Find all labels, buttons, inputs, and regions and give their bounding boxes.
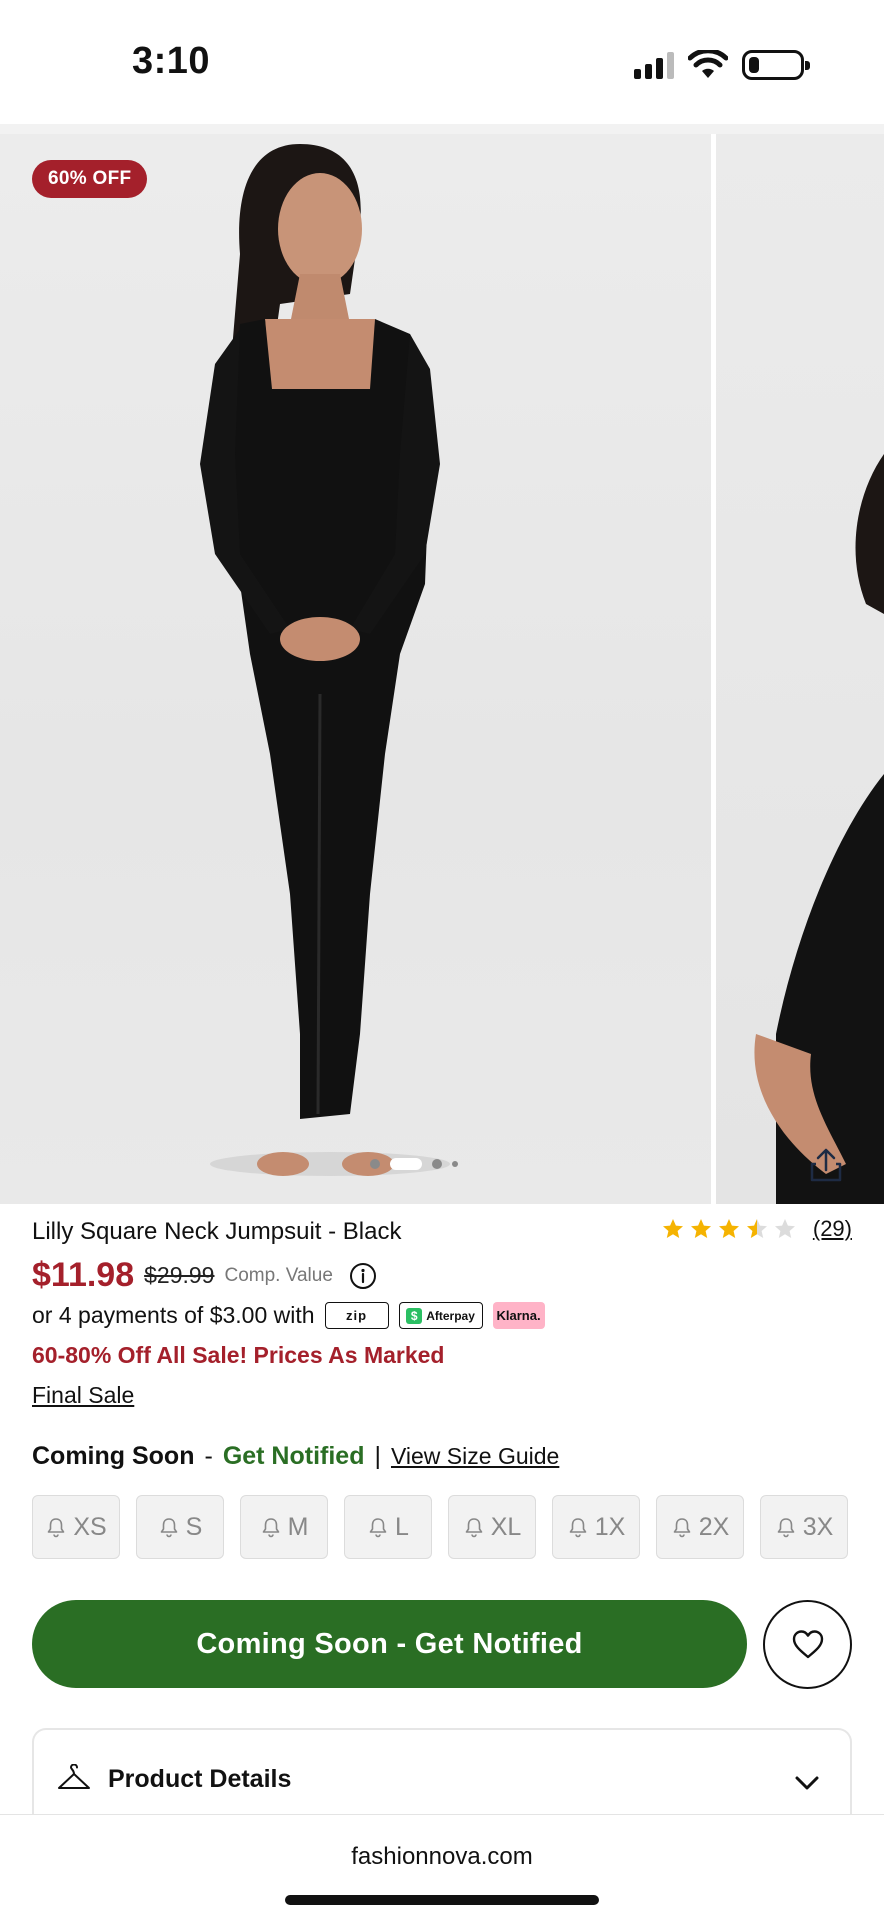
model-photo xyxy=(200,144,450,1176)
star-icon xyxy=(718,1219,739,1238)
battery-icon xyxy=(742,50,810,80)
size-option-xs[interactable]: XS xyxy=(32,1495,120,1559)
product-image-main[interactable]: 60% OFF xyxy=(0,134,711,1204)
bell-icon xyxy=(48,1518,65,1538)
promo-text: 60-80% Off All Sale! Prices As Marked xyxy=(32,1342,445,1368)
status-time: 3:10 xyxy=(132,40,211,82)
separator-bar: | xyxy=(374,1442,381,1470)
size-option-xl[interactable]: XL xyxy=(448,1495,536,1559)
size-option-s[interactable]: S xyxy=(136,1495,224,1559)
size-label: 3X xyxy=(802,1512,834,1541)
product-rating[interactable]: (29) xyxy=(661,1216,852,1242)
heart-icon xyxy=(792,1629,823,1658)
installment-payments: or 4 payments of $3.00 with zip $ Afterpa… xyxy=(32,1302,545,1329)
size-option-3x[interactable]: 3X xyxy=(760,1495,848,1559)
rating-stars xyxy=(661,1217,797,1241)
installments-text: or 4 payments of $3.00 with xyxy=(32,1302,315,1328)
size-header: Coming Soon - Get Notified | View Size G… xyxy=(32,1442,559,1471)
separator-dash: - xyxy=(204,1442,213,1470)
star-icon xyxy=(746,1219,767,1238)
bell-icon xyxy=(673,1518,691,1538)
get-notified-button[interactable]: Coming Soon - Get Notified xyxy=(32,1600,747,1688)
size-label: L xyxy=(395,1512,409,1541)
afterpay-icon: $ xyxy=(406,1307,423,1324)
size-label: XL xyxy=(490,1512,522,1541)
gallery-pagination[interactable] xyxy=(370,1158,458,1170)
size-label: S xyxy=(185,1512,203,1541)
bell-icon xyxy=(369,1518,387,1538)
browser-url[interactable]: fashionnova.com xyxy=(0,1843,884,1871)
sale-badge: 60% OFF xyxy=(32,160,148,198)
price-row: $11.98 $29.99 Comp. Value xyxy=(32,1256,377,1295)
cellular-signal-icon xyxy=(634,51,674,79)
bell-icon xyxy=(465,1518,483,1538)
bell-icon xyxy=(569,1518,587,1538)
product-image-gallery[interactable]: 60% OFF xyxy=(0,134,884,1204)
klarna-label: Klarna. xyxy=(496,1308,541,1323)
bell-icon xyxy=(160,1518,177,1538)
model-photo-closeup xyxy=(754,454,884,1204)
size-option-l[interactable]: L xyxy=(344,1495,432,1559)
size-label: 2X xyxy=(698,1512,730,1541)
get-notified-link[interactable]: Get Notified xyxy=(223,1442,365,1471)
pagination-dot[interactable] xyxy=(452,1161,458,1167)
status-icons xyxy=(634,48,810,82)
wifi-icon xyxy=(688,50,728,78)
zip-label: zip xyxy=(346,1308,368,1323)
home-indicator[interactable] xyxy=(285,1895,599,1905)
star-icon xyxy=(662,1219,683,1238)
sale-price: $11.98 xyxy=(32,1256,135,1294)
wishlist-button[interactable] xyxy=(763,1600,852,1689)
compare-value-label: Comp. Value xyxy=(224,1264,333,1286)
size-label: XS xyxy=(73,1512,107,1541)
top-divider xyxy=(0,124,884,134)
afterpay-label: Afterpay xyxy=(426,1308,475,1323)
pagination-dot[interactable] xyxy=(370,1159,380,1169)
size-selector[interactable]: XS S M L XL 1X 2X 3X xyxy=(32,1495,848,1559)
final-sale-link[interactable]: Final Sale xyxy=(32,1382,134,1409)
info-icon[interactable] xyxy=(349,1262,377,1290)
browser-address-bar[interactable]: fashionnova.com xyxy=(0,1814,884,1920)
product-title: Lilly Square Neck Jumpsuit - Black xyxy=(32,1218,402,1245)
zip-logo[interactable]: zip xyxy=(324,1302,389,1329)
product-image-next[interactable] xyxy=(716,134,884,1204)
size-option-m[interactable]: M xyxy=(240,1495,328,1559)
review-count-link[interactable]: (29) xyxy=(813,1216,852,1242)
status-bar: 3:10 xyxy=(0,0,884,128)
size-option-2x[interactable]: 2X xyxy=(656,1495,744,1559)
size-label: M xyxy=(287,1512,309,1541)
hanger-icon xyxy=(58,1764,90,1789)
pagination-dot[interactable] xyxy=(432,1159,442,1169)
star-icon xyxy=(774,1219,795,1238)
compare-price: $29.99 xyxy=(144,1262,215,1288)
coming-soon-label: Coming Soon xyxy=(32,1442,195,1470)
star-icon xyxy=(690,1219,711,1238)
pagination-dot-active[interactable] xyxy=(390,1158,422,1170)
accordion-header[interactable]: Product Details xyxy=(56,1764,291,1794)
size-guide-link[interactable]: View Size Guide xyxy=(391,1443,559,1470)
chevron-down-icon[interactable] xyxy=(794,1774,820,1792)
accordion-title: Product Details xyxy=(108,1764,292,1793)
afterpay-logo[interactable]: $ Afterpay xyxy=(398,1302,483,1329)
bell-icon xyxy=(777,1518,795,1538)
size-option-1x[interactable]: 1X xyxy=(552,1495,640,1559)
bell-icon xyxy=(262,1518,279,1538)
share-icon[interactable] xyxy=(806,1144,846,1184)
klarna-logo[interactable]: Klarna. xyxy=(492,1302,545,1329)
size-label: 1X xyxy=(594,1512,626,1541)
